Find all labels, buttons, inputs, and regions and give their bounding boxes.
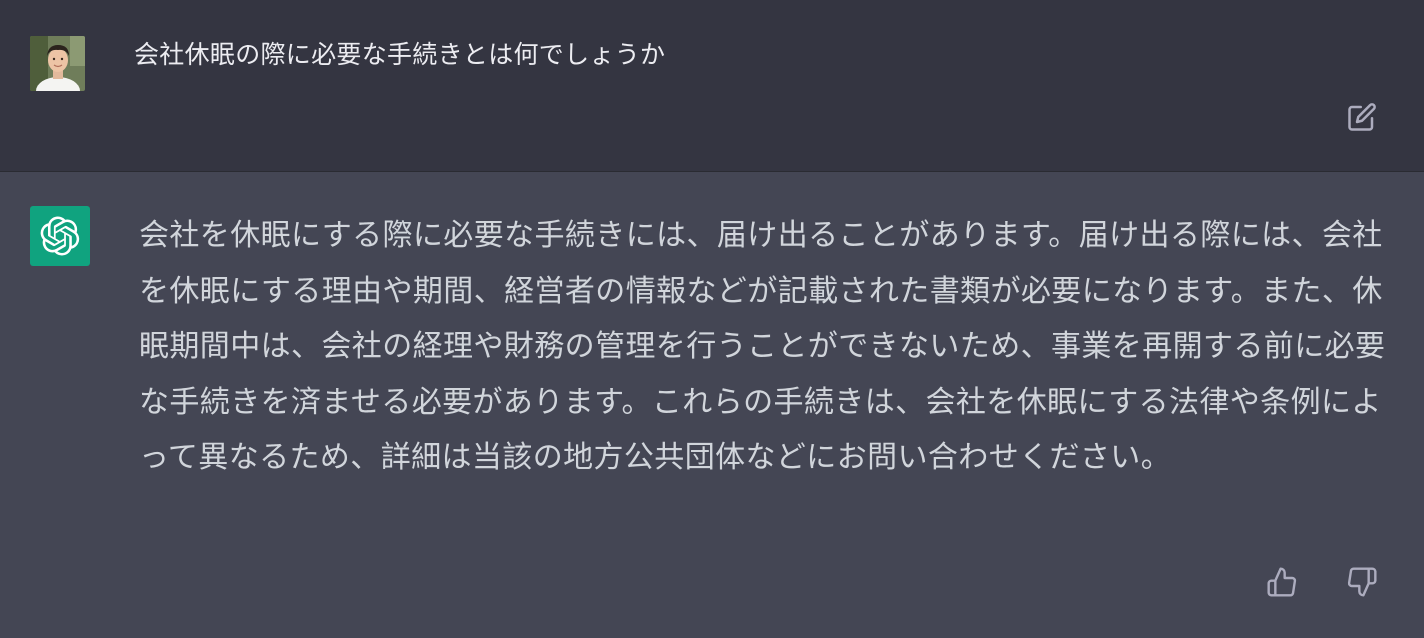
assistant-message-text: 会社を休眠にする際に必要な手続きには、届け出ることがあります。届け出る際には、会…	[139, 218, 1386, 475]
openai-logo-icon	[40, 216, 80, 256]
assistant-avatar	[30, 206, 90, 266]
thumbs-up-button[interactable]	[1264, 564, 1300, 600]
edit-message-button[interactable]	[1345, 100, 1379, 134]
edit-icon	[1348, 103, 1376, 131]
assistant-message-row: 会社を休眠にする際に必要な手続きには、届け出ることがあります。届け出る際には、会…	[0, 172, 1424, 638]
thumbs-down-icon	[1347, 567, 1377, 597]
user-message-text: 会社休眠の際に必要な手続きとは何でしょうか	[134, 40, 666, 69]
user-avatar	[30, 36, 85, 91]
thumbs-up-icon	[1267, 567, 1297, 597]
user-photo-avatar-icon	[30, 36, 85, 91]
user-message-row: 会社休眠の際に必要な手続きとは何でしょうか	[0, 0, 1424, 172]
thumbs-down-button[interactable]	[1344, 564, 1380, 600]
chat-thread: 会社休眠の際に必要な手続きとは何でしょうか 会社を休眠にする際に必要な手続きには…	[0, 0, 1424, 638]
